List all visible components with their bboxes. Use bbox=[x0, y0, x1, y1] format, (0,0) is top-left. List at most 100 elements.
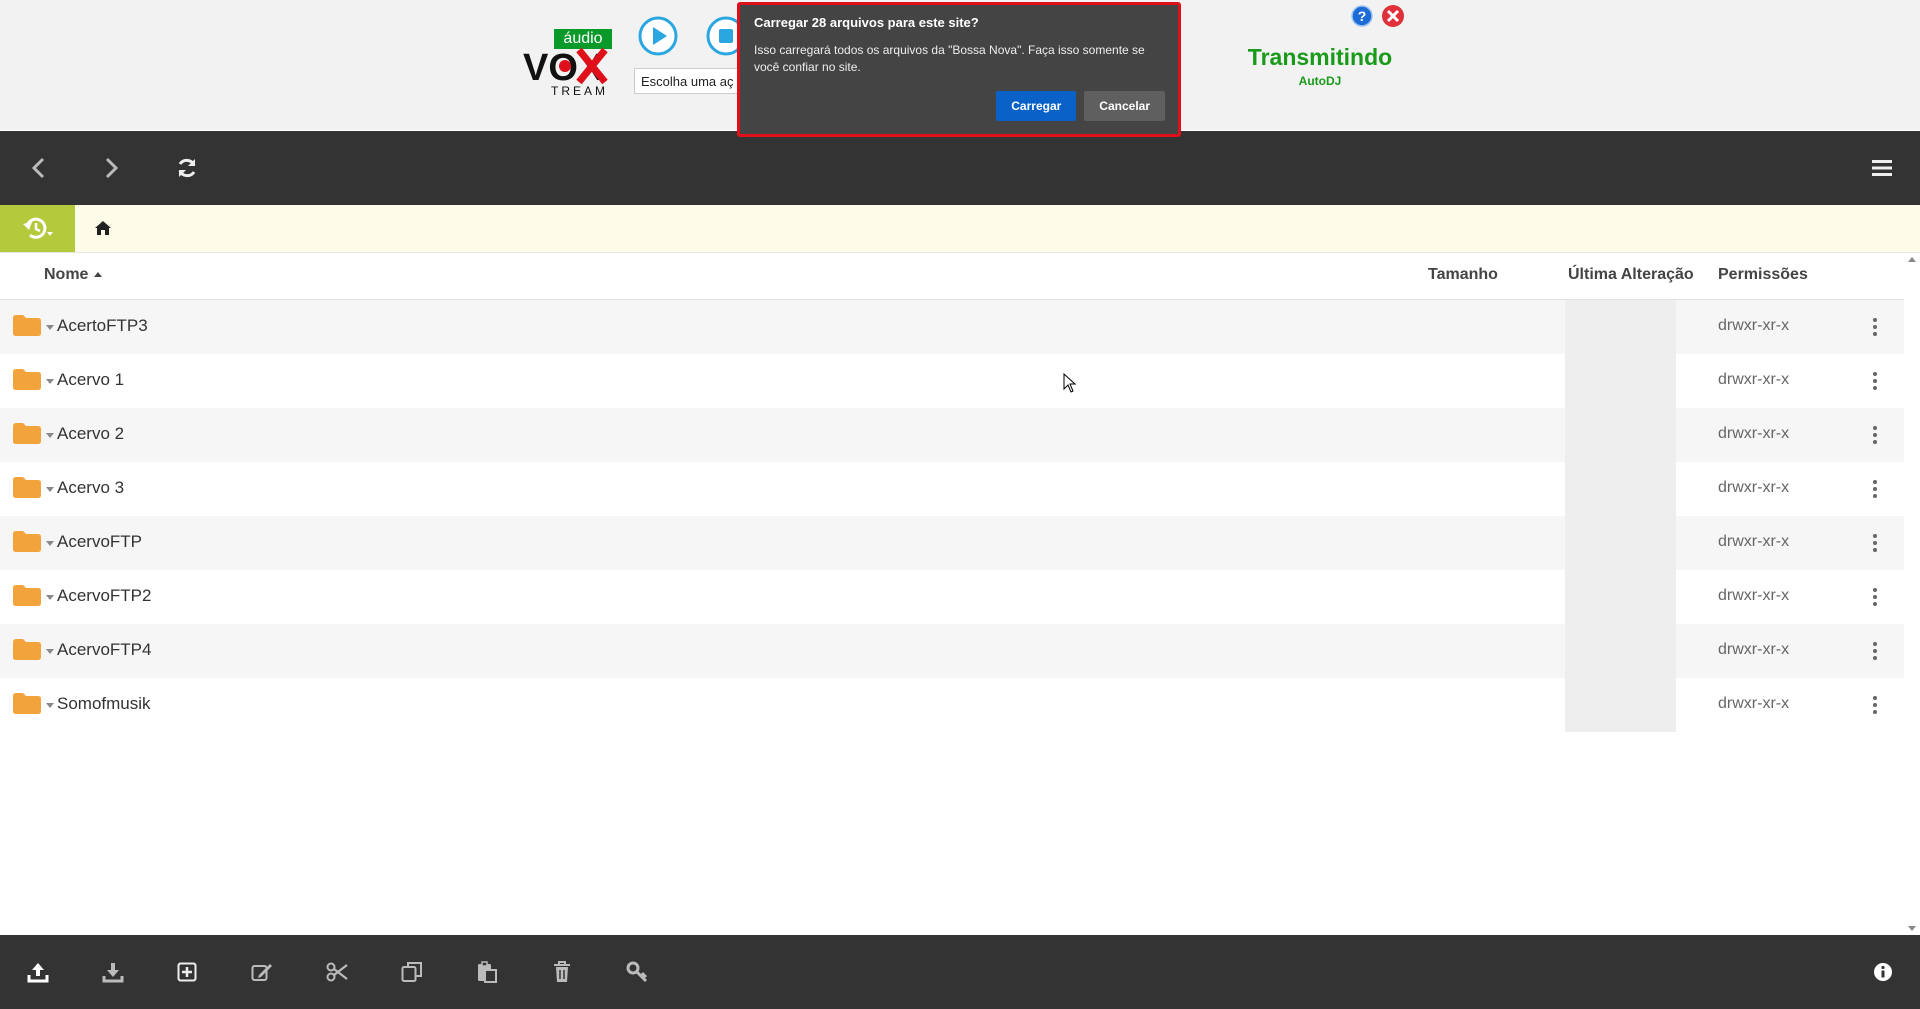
table-row[interactable]: AcervoFTP2 drwxr-xr-x bbox=[0, 570, 1904, 624]
more-options-icon[interactable] bbox=[1873, 642, 1877, 660]
logo-subtext: TREAM bbox=[551, 84, 608, 98]
chevron-down-icon[interactable] bbox=[46, 595, 54, 600]
file-name[interactable]: Acervo 3 bbox=[57, 478, 124, 498]
modified-date-blurred bbox=[1565, 516, 1676, 570]
status-title: Transmitindo bbox=[1247, 44, 1393, 70]
permissions: drwxr-xr-x bbox=[1718, 425, 1790, 442]
folder-icon bbox=[13, 531, 41, 552]
toolbar bbox=[0, 131, 1920, 205]
chevron-down-icon[interactable] bbox=[46, 541, 54, 546]
file-name[interactable]: AcervoFTP4 bbox=[57, 640, 151, 660]
modified-date-blurred bbox=[1565, 300, 1676, 354]
file-list: AcertoFTP3 drwxr-xr-x Acervo 1 drwxr-xr-… bbox=[0, 300, 1904, 732]
file-name[interactable]: AcervoFTP2 bbox=[57, 586, 151, 606]
paste-icon[interactable] bbox=[472, 957, 502, 987]
scroll-up-icon[interactable] bbox=[1908, 257, 1916, 262]
load-files-dialog: Carregar 28 arquivos para este site? Iss… bbox=[737, 2, 1181, 137]
chevron-down-icon[interactable] bbox=[46, 379, 54, 384]
folder-icon bbox=[13, 369, 41, 390]
folder-icon bbox=[13, 639, 41, 660]
edit-icon[interactable] bbox=[247, 957, 277, 987]
folder-icon bbox=[13, 315, 41, 336]
folder-icon bbox=[13, 693, 41, 714]
column-header-modified[interactable]: Última Alteração bbox=[1568, 266, 1694, 284]
mouse-cursor-icon bbox=[1063, 373, 1077, 393]
file-name[interactable]: Acervo 2 bbox=[57, 424, 124, 444]
folder-icon bbox=[13, 585, 41, 606]
trash-icon[interactable] bbox=[547, 957, 577, 987]
history-button[interactable] bbox=[0, 205, 75, 252]
modified-date-blurred bbox=[1565, 408, 1676, 462]
scroll-down-icon[interactable] bbox=[1908, 926, 1916, 931]
action-select[interactable]: Escolha uma aç bbox=[634, 68, 744, 94]
file-name[interactable]: AcervoFTP bbox=[57, 532, 142, 552]
chevron-down-icon[interactable] bbox=[46, 433, 54, 438]
info-icon[interactable] bbox=[1868, 957, 1898, 987]
more-options-icon[interactable] bbox=[1873, 588, 1877, 606]
permissions-key-icon[interactable] bbox=[622, 957, 652, 987]
modified-date-blurred bbox=[1565, 678, 1676, 732]
dialog-title: Carregar 28 arquivos para este site? bbox=[754, 15, 979, 30]
table-row[interactable]: Acervo 3 drwxr-xr-x bbox=[0, 462, 1904, 516]
help-icon[interactable]: ? bbox=[1351, 5, 1373, 27]
chevron-down-icon[interactable] bbox=[46, 649, 54, 654]
status-subtitle: AutoDJ bbox=[1298, 74, 1342, 88]
permissions: drwxr-xr-x bbox=[1718, 479, 1790, 496]
chevron-down-icon[interactable] bbox=[46, 703, 54, 708]
arrow-left-icon[interactable] bbox=[24, 153, 54, 183]
file-name[interactable]: Acervo 1 bbox=[57, 370, 124, 390]
dialog-message: Isso carregará todos os arquivos da "Bos… bbox=[754, 43, 1145, 74]
cancel-button[interactable]: Cancelar bbox=[1084, 91, 1165, 121]
column-header-size[interactable]: Tamanho bbox=[1428, 266, 1498, 284]
permissions: drwxr-xr-x bbox=[1718, 371, 1790, 388]
breadcrumb bbox=[0, 205, 1920, 253]
history-icon bbox=[22, 217, 53, 239]
new-folder-icon[interactable] bbox=[172, 957, 202, 987]
close-icon[interactable] bbox=[1381, 4, 1405, 28]
more-options-icon[interactable] bbox=[1873, 480, 1877, 498]
more-options-icon[interactable] bbox=[1873, 426, 1877, 444]
home-icon[interactable] bbox=[94, 220, 112, 236]
table-row[interactable]: Acervo 2 drwxr-xr-x bbox=[0, 408, 1904, 462]
dialog-buttons: Carregar Cancelar bbox=[996, 91, 1165, 121]
folder-icon bbox=[13, 423, 41, 444]
upload-icon[interactable] bbox=[23, 957, 53, 987]
scrollbar[interactable] bbox=[1904, 253, 1920, 935]
table-row[interactable]: AcervoFTP drwxr-xr-x bbox=[0, 516, 1904, 570]
permissions: drwxr-xr-x bbox=[1718, 641, 1790, 658]
copy-icon[interactable] bbox=[397, 957, 427, 987]
confirm-load-button[interactable]: Carregar bbox=[996, 91, 1077, 121]
file-name[interactable]: Somofmusik bbox=[57, 694, 151, 714]
table-row[interactable]: AcervoFTP4 drwxr-xr-x bbox=[0, 624, 1904, 678]
bottom-toolbar bbox=[0, 935, 1920, 1009]
column-header-permissions[interactable]: Permissões bbox=[1718, 266, 1808, 284]
table-row[interactable]: Somofmusik drwxr-xr-x bbox=[0, 678, 1904, 732]
more-options-icon[interactable] bbox=[1873, 534, 1877, 552]
more-options-icon[interactable] bbox=[1873, 318, 1877, 336]
more-options-icon[interactable] bbox=[1873, 372, 1877, 390]
modified-date-blurred bbox=[1565, 570, 1676, 624]
vox-stream-logo: VOX TREAM bbox=[523, 47, 608, 98]
download-icon[interactable] bbox=[98, 957, 128, 987]
table-row[interactable]: Acervo 1 drwxr-xr-x bbox=[0, 354, 1904, 408]
refresh-icon[interactable] bbox=[172, 153, 202, 183]
file-name[interactable]: AcertoFTP3 bbox=[57, 316, 148, 336]
permissions: drwxr-xr-x bbox=[1718, 587, 1790, 604]
permissions: drwxr-xr-x bbox=[1718, 695, 1790, 712]
permissions: drwxr-xr-x bbox=[1718, 317, 1790, 334]
chevron-down-icon[interactable] bbox=[46, 325, 54, 330]
modified-date-blurred bbox=[1565, 354, 1676, 408]
folder-icon bbox=[13, 477, 41, 498]
modified-date-blurred bbox=[1565, 624, 1676, 678]
chevron-down-icon[interactable] bbox=[46, 487, 54, 492]
more-options-icon[interactable] bbox=[1873, 696, 1877, 714]
hamburger-menu-icon[interactable] bbox=[1867, 153, 1897, 183]
permissions: drwxr-xr-x bbox=[1718, 533, 1790, 550]
play-icon[interactable] bbox=[638, 16, 680, 58]
sort-asc-icon bbox=[94, 272, 103, 278]
table-row[interactable]: AcertoFTP3 drwxr-xr-x bbox=[0, 300, 1904, 354]
arrow-right-icon[interactable] bbox=[96, 153, 126, 183]
cut-icon[interactable] bbox=[322, 957, 352, 987]
modified-date-blurred bbox=[1565, 462, 1676, 516]
column-header-name[interactable]: Nome bbox=[44, 266, 103, 284]
